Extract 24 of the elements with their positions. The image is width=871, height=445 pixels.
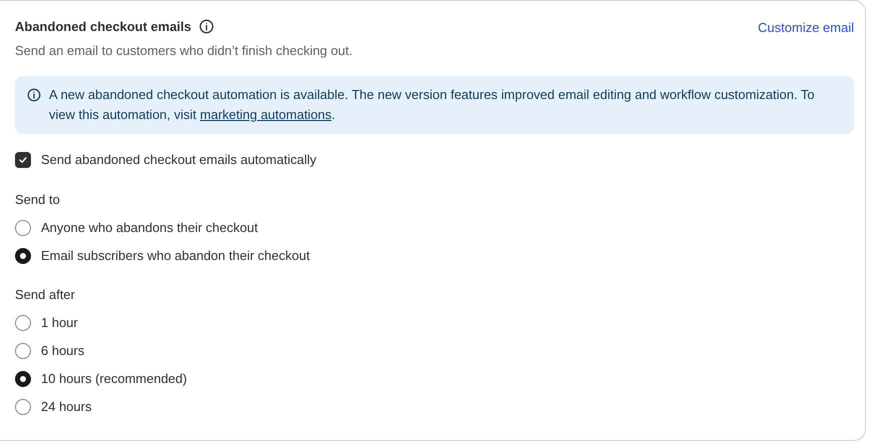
radio-label: 24 hours: [41, 398, 92, 416]
section-title: Abandoned checkout emails: [15, 18, 192, 36]
banner-message: A new abandoned checkout automation is available. The new version features improved email editing and workflow customization. To view this automation, visit marketing automations.: [49, 86, 816, 124]
radio-label: 10 hours (recommended): [41, 370, 187, 388]
radio-button[interactable]: [15, 398, 31, 414]
check-icon: [18, 154, 28, 165]
checkbox[interactable]: [15, 152, 31, 168]
radio-button[interactable]: [15, 220, 31, 236]
radio-button[interactable]: [15, 342, 31, 358]
group-heading: Send after: [15, 286, 76, 304]
marketing-automations-link[interactable]: marketing automations: [200, 107, 332, 122]
info-icon: [199, 19, 214, 34]
info-icon: [27, 88, 41, 102]
checkbox-label: Send abandoned checkout emails automatically: [41, 151, 316, 169]
group-heading: Send to: [15, 190, 61, 208]
section-description: Send an email to customers who didn’t finish checking out.: [15, 42, 352, 60]
radio-button[interactable]: [15, 370, 31, 386]
radio-button[interactable]: [15, 314, 31, 330]
radio-label: Anyone who abandons their checkout: [41, 218, 258, 237]
radio-label: 1 hour: [41, 314, 78, 332]
radio-label: Email subscribers who abandon their checkout: [41, 246, 310, 265]
radio-button[interactable]: [15, 248, 31, 264]
radio-label: 6 hours: [41, 342, 84, 360]
customize-email-link[interactable]: Customize email: [758, 17, 854, 38]
